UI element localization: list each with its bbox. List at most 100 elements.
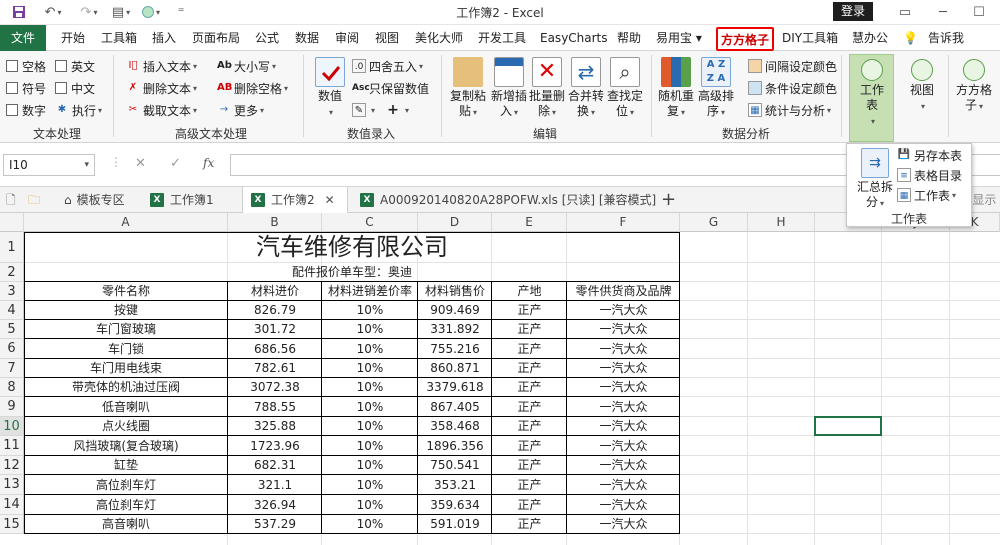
table-cell[interactable]: 331.892 bbox=[418, 320, 492, 339]
tab-ffgz[interactable]: 方方格子 bbox=[716, 27, 775, 51]
tab-huibangong[interactable]: 慧办公 bbox=[852, 25, 888, 51]
batch-delete-button[interactable]: ✕ 批量删除 ▾ bbox=[527, 57, 567, 120]
table-cell[interactable]: 782.61 bbox=[228, 359, 322, 378]
tab-toolbox[interactable]: 工具箱 bbox=[101, 25, 137, 51]
table-cell[interactable]: 正产 bbox=[492, 320, 567, 339]
row-header[interactable]: 4 bbox=[0, 301, 24, 320]
table-cell[interactable]: 正产 bbox=[492, 339, 567, 359]
worksheet-button[interactable]: 工作表 ▾ bbox=[851, 59, 893, 129]
name-box-dropdown-icon[interactable]: ▾ bbox=[84, 155, 89, 175]
row-header[interactable]: 14 bbox=[0, 495, 24, 515]
row-header[interactable]: 6 bbox=[0, 339, 24, 359]
table-cell[interactable]: 正产 bbox=[492, 359, 567, 378]
table-cell[interactable]: 正产 bbox=[492, 417, 567, 436]
table-cell[interactable]: 正产 bbox=[492, 436, 567, 456]
save-sheet-as-button[interactable]: 💾 另存本表 bbox=[897, 146, 962, 164]
table-cell[interactable]: 750.541 bbox=[418, 456, 492, 475]
checkbox-space[interactable]: 空格 bbox=[6, 57, 46, 75]
table-cell[interactable]: 10% bbox=[322, 339, 418, 359]
redo-icon[interactable]: ↷ ▾ bbox=[76, 3, 102, 21]
table-cell[interactable]: 909.469 bbox=[418, 301, 492, 320]
table-cell[interactable]: 10% bbox=[322, 378, 418, 397]
table-cell[interactable]: 一汽大众 bbox=[567, 320, 680, 339]
row-header[interactable]: 7 bbox=[0, 359, 24, 378]
table-cell[interactable]: 一汽大众 bbox=[567, 456, 680, 475]
table-cell[interactable]: 一汽大众 bbox=[567, 359, 680, 378]
table-cell[interactable]: 826.79 bbox=[228, 301, 322, 320]
table-cell[interactable]: 682.31 bbox=[228, 456, 322, 475]
table-cell[interactable]: 一汽大众 bbox=[567, 515, 680, 534]
table-cell[interactable]: 537.29 bbox=[228, 515, 322, 534]
table-cell[interactable]: 10% bbox=[322, 456, 418, 475]
interval-color-button[interactable]: 间隔设定颜色 bbox=[748, 57, 837, 75]
tab-workbook1[interactable]: X 工作簿1 bbox=[142, 187, 222, 213]
table-cell[interactable]: 326.94 bbox=[228, 495, 322, 515]
advanced-sort-button[interactable]: A ZZ A 高级排序 ▾ bbox=[696, 57, 736, 120]
delete-space-button[interactable]: AB 删除空格 ▾ bbox=[217, 79, 288, 97]
tab-page-layout[interactable]: 页面布局 bbox=[192, 25, 240, 51]
table-header-cell[interactable]: 零件名称 bbox=[24, 282, 228, 301]
cancel-icon[interactable]: ✕ bbox=[135, 156, 146, 171]
checkbox-english[interactable]: 英文 bbox=[55, 57, 95, 75]
tab-review[interactable]: 审阅 bbox=[335, 25, 359, 51]
table-cell[interactable]: 高音喇叭 bbox=[24, 515, 228, 534]
table-cell[interactable]: 686.56 bbox=[228, 339, 322, 359]
table-cell[interactable]: 353.21 bbox=[418, 475, 492, 495]
enter-check-icon[interactable]: ✓ bbox=[170, 156, 181, 171]
tab-easycharts[interactable]: EasyCharts bbox=[540, 25, 608, 51]
table-cell[interactable]: 3072.38 bbox=[228, 378, 322, 397]
table-header-cell[interactable]: 材料进销差价率 bbox=[322, 282, 418, 301]
table-cell[interactable]: 591.019 bbox=[418, 515, 492, 534]
table-cell[interactable]: 带壳体的机油过压阀 bbox=[24, 378, 228, 397]
spreadsheet-grid[interactable]: ABCDEFGHIJK123456789101112131415汽车维修有限公司… bbox=[0, 213, 1000, 545]
tab-yiyongbao[interactable]: 易用宝 ▾ bbox=[656, 25, 702, 51]
tab-file[interactable]: 文件 bbox=[0, 25, 46, 51]
copy-paste-button[interactable]: 复制粘贴 ▾ bbox=[448, 57, 488, 120]
close-tab-icon[interactable]: ✕ bbox=[325, 187, 335, 213]
checkbox-chinese[interactable]: 中文 bbox=[55, 79, 95, 97]
row-header[interactable]: 15 bbox=[0, 515, 24, 534]
table-cell[interactable]: 低音喇叭 bbox=[24, 397, 228, 417]
table-cell[interactable]: 车门锁 bbox=[24, 339, 228, 359]
checkbox-symbol[interactable]: 符号 bbox=[6, 79, 46, 97]
table-cell[interactable]: 321.1 bbox=[228, 475, 322, 495]
merge-convert-button[interactable]: ⇄ 合并转换 ▾ bbox=[566, 57, 606, 120]
lightbulb-icon[interactable]: 💡 bbox=[903, 25, 918, 51]
table-cell[interactable]: 755.216 bbox=[418, 339, 492, 359]
tab-a000920140820[interactable]: X A000920140820A28POFW.xls [只读] [兼容模式] bbox=[352, 187, 664, 213]
table-cell[interactable]: 867.405 bbox=[418, 397, 492, 417]
tab-templates[interactable]: ⌂ 模板专区 bbox=[56, 187, 133, 213]
table-cell[interactable]: 高位刹车灯 bbox=[24, 495, 228, 515]
table-header-cell[interactable]: 材料进价 bbox=[228, 282, 322, 301]
checkbox-number[interactable]: 数字 bbox=[6, 101, 46, 119]
column-header-g[interactable]: G bbox=[680, 213, 748, 232]
column-header-c[interactable]: C bbox=[322, 213, 418, 232]
insert-text-button[interactable]: I⃒ 插入文本 ▾ bbox=[126, 57, 198, 75]
tab-data[interactable]: 数据 bbox=[295, 25, 319, 51]
tab-view[interactable]: 视图 bbox=[375, 25, 399, 51]
table-cell[interactable]: 10% bbox=[322, 475, 418, 495]
folder-icon[interactable]: 🗀 bbox=[28, 187, 46, 213]
table-cell[interactable]: 一汽大众 bbox=[567, 436, 680, 456]
table-cell[interactable]: 358.468 bbox=[418, 417, 492, 436]
round-button[interactable]: .0 四舍五入 ▾ bbox=[352, 57, 423, 75]
row-header[interactable]: 5 bbox=[0, 320, 24, 339]
table-cell[interactable]: 359.634 bbox=[418, 495, 492, 515]
table-cell[interactable]: 1723.96 bbox=[228, 436, 322, 456]
row-header[interactable]: 8 bbox=[0, 378, 24, 397]
row-header[interactable]: 2 bbox=[0, 263, 24, 282]
random-repeat-button[interactable]: 随机重复 ▾ bbox=[656, 57, 696, 120]
tab-home[interactable]: 开始 bbox=[61, 25, 85, 51]
table-cell[interactable]: 3379.618 bbox=[418, 378, 492, 397]
case-button[interactable]: Ab 大小写 ▾ bbox=[217, 57, 276, 75]
row-header[interactable]: 10 bbox=[0, 417, 24, 436]
more-button[interactable]: → 更多 ▾ bbox=[217, 101, 264, 119]
tab-help[interactable]: 帮助 bbox=[617, 25, 641, 51]
table-cell[interactable]: 10% bbox=[322, 495, 418, 515]
row-header[interactable]: 3 bbox=[0, 282, 24, 301]
table-cell[interactable]: 一汽大众 bbox=[567, 397, 680, 417]
tab-beautify-master[interactable]: 美化大师 bbox=[415, 25, 463, 51]
column-header-a[interactable]: A bbox=[24, 213, 228, 232]
new-doc-icon[interactable]: 🗋 bbox=[6, 187, 24, 213]
table-cell[interactable]: 325.88 bbox=[228, 417, 322, 436]
